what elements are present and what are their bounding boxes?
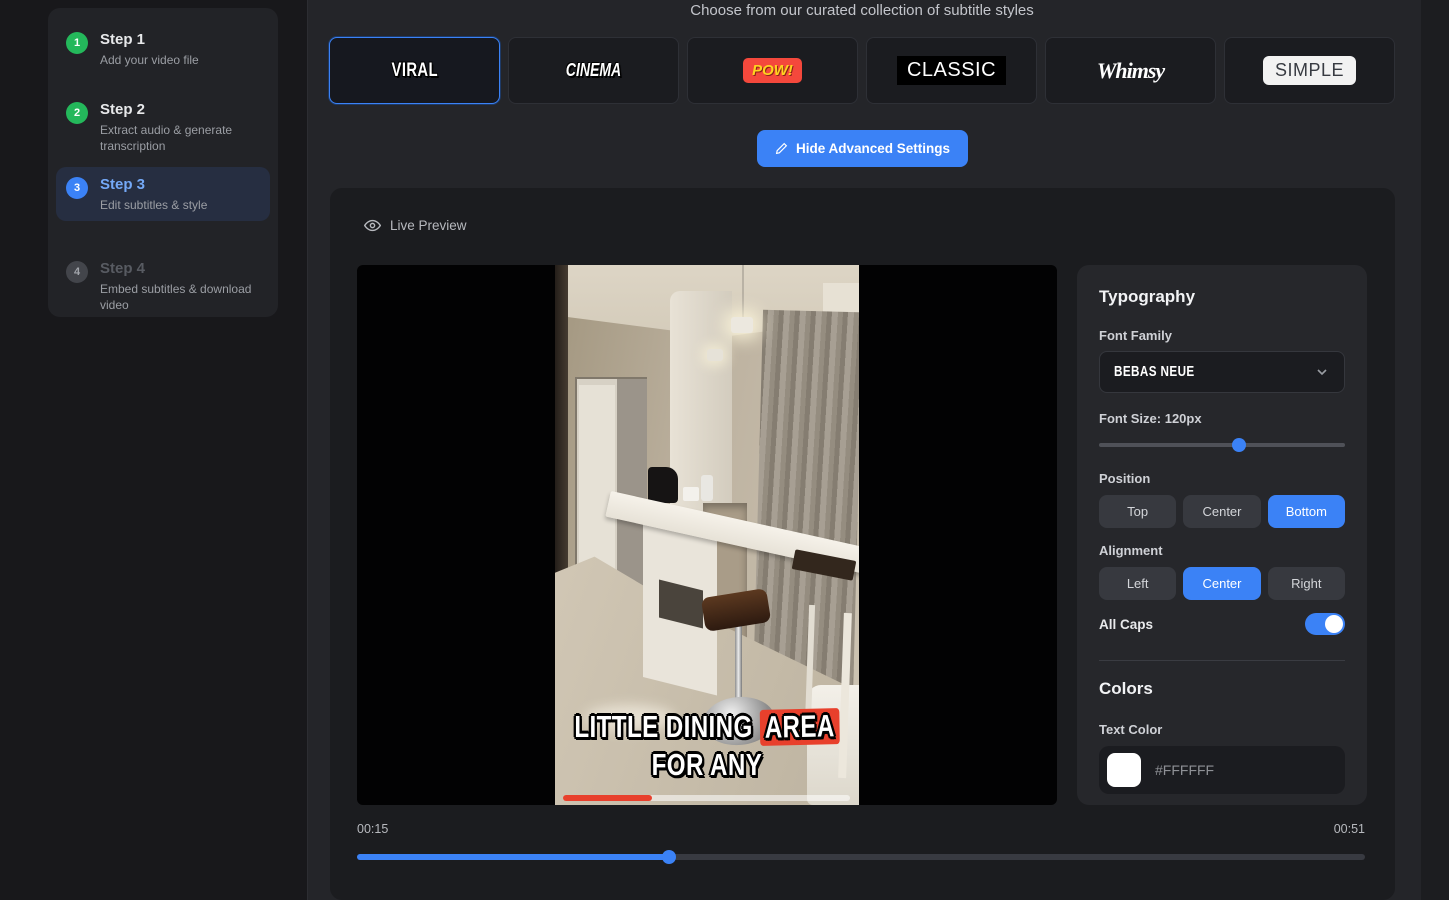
settings-panel: Typography Font Family BEBAS NEUE Font S…	[1077, 265, 1367, 805]
timeline-fill	[357, 854, 669, 860]
step-4-description: Embed subtitles & download video	[100, 281, 255, 313]
video-scene: LITTLE DINING AREA FOR ANY	[555, 265, 859, 805]
whimsy-label: Whimsy	[1097, 58, 1164, 84]
text-color-field[interactable]: #FFFFFF	[1099, 746, 1345, 794]
step-1-number-badge: 1	[66, 32, 88, 54]
position-center-button[interactable]: Center	[1183, 495, 1260, 528]
style-preset-classic[interactable]: CLASSIC	[866, 37, 1037, 104]
simple-label: SIMPLE	[1263, 56, 1356, 85]
steps-card: 1 Step 1 Add your video file 2 Step 2 Ex…	[48, 8, 278, 317]
subtitle-line-1-text: LITTLE DINING	[575, 709, 753, 744]
step-3-number-badge: 3	[66, 177, 88, 199]
all-caps-toggle-knob	[1325, 615, 1343, 633]
alignment-left-button[interactable]: Left	[1099, 567, 1176, 600]
style-preset-cinema[interactable]: CINEMA	[508, 37, 679, 104]
position-bottom-button[interactable]: Bottom	[1268, 495, 1345, 528]
style-preset-pow[interactable]: POW!	[687, 37, 858, 104]
position-label: Position	[1099, 471, 1150, 486]
live-preview-header: Live Preview	[364, 217, 467, 234]
alignment-label: Alignment	[1099, 543, 1163, 558]
scene-lamp-wire	[742, 265, 744, 319]
font-family-label: Font Family	[1099, 328, 1172, 343]
preview-card: Live Preview	[330, 188, 1395, 900]
font-family-value: BEBAS NEUE	[1114, 363, 1195, 380]
all-caps-label: All Caps	[1099, 617, 1153, 632]
step-3-description: Edit subtitles & style	[100, 197, 207, 213]
total-time-label: 00:51	[1334, 822, 1365, 836]
style-presets-row: VIRAL CINEMA POW! CLASSIC Whimsy SIMPLE	[329, 37, 1395, 104]
font-size-slider-thumb[interactable]	[1232, 438, 1246, 452]
colors-heading: Colors	[1099, 679, 1153, 699]
text-color-label: Text Color	[1099, 722, 1162, 737]
hide-advanced-settings-label: Hide Advanced Settings	[796, 141, 950, 156]
subtitle-overlay: LITTLE DINING AREA FOR ANY	[555, 709, 859, 783]
subtitle-line-1: LITTLE DINING AREA	[575, 709, 840, 745]
sidebar-step-3[interactable]: 3 Step 3 Edit subtitles & style	[56, 167, 270, 221]
style-preset-whimsy[interactable]: Whimsy	[1045, 37, 1216, 104]
video-inline-progress-fill	[563, 795, 652, 801]
step-1-title: Step 1	[100, 30, 199, 50]
right-scroll-gutter[interactable]	[1421, 0, 1449, 900]
video-inline-progress-bar	[563, 795, 850, 801]
scene-mirror-light	[579, 385, 615, 585]
step-2-number-badge: 2	[66, 102, 88, 124]
text-color-value: #FFFFFF	[1155, 762, 1214, 778]
timeline-slider[interactable]	[357, 854, 1365, 860]
step-3-title: Step 3	[100, 175, 207, 195]
chevron-down-icon	[1314, 364, 1330, 380]
subtitle-styles-caption: Choose from our curated collection of su…	[329, 2, 1395, 19]
current-time-label: 00:15	[357, 822, 388, 836]
font-size-slider[interactable]	[1099, 443, 1345, 447]
step-4-number-badge: 4	[66, 261, 88, 283]
text-color-swatch[interactable]	[1107, 753, 1141, 787]
scene-bottle	[701, 475, 713, 501]
style-preset-simple[interactable]: SIMPLE	[1224, 37, 1395, 104]
scene-pendant-lamp	[731, 317, 753, 333]
position-button-group: Top Center Bottom	[1099, 495, 1345, 528]
hide-advanced-settings-button[interactable]: Hide Advanced Settings	[757, 130, 968, 167]
scene-cup	[683, 487, 699, 501]
alignment-button-group: Left Center Right	[1099, 567, 1345, 600]
video-preview-frame[interactable]: LITTLE DINING AREA FOR ANY	[357, 265, 1057, 805]
pow-label: POW!	[743, 58, 802, 83]
font-family-select[interactable]: BEBAS NEUE	[1099, 351, 1345, 393]
timeline-thumb[interactable]	[662, 850, 676, 864]
sidebar-step-1[interactable]: 1 Step 1 Add your video file	[56, 22, 270, 76]
classic-label: CLASSIC	[897, 56, 1006, 85]
pencil-icon	[775, 142, 788, 155]
live-preview-label: Live Preview	[390, 218, 467, 233]
eye-icon	[364, 217, 381, 234]
scene-stool-stem	[735, 625, 742, 705]
position-top-button[interactable]: Top	[1099, 495, 1176, 528]
scene-pendant-lamp-2	[707, 349, 723, 361]
scene-kettle	[648, 467, 678, 503]
steps-sidebar: 1 Step 1 Add your video file 2 Step 2 Ex…	[0, 0, 308, 900]
subtitle-line-2: FOR ANY	[652, 747, 763, 783]
cinema-label: CINEMA	[566, 60, 621, 80]
style-preset-viral[interactable]: VIRAL	[329, 37, 500, 104]
subtitle-highlight-word: AREA	[760, 708, 840, 746]
step-2-description: Extract audio & generate transcription	[100, 122, 260, 154]
alignment-right-button[interactable]: Right	[1268, 567, 1345, 600]
typography-heading: Typography	[1099, 287, 1195, 307]
alignment-center-button[interactable]: Center	[1183, 567, 1260, 600]
all-caps-toggle[interactable]	[1305, 613, 1345, 635]
sidebar-step-2[interactable]: 2 Step 2 Extract audio & generate transc…	[56, 92, 270, 162]
sidebar-step-4[interactable]: 4 Step 4 Embed subtitles & download vide…	[56, 251, 270, 321]
font-size-label: Font Size: 120px	[1099, 411, 1202, 426]
panel-divider	[1099, 660, 1345, 661]
viral-label: VIRAL	[391, 60, 437, 81]
step-1-description: Add your video file	[100, 52, 199, 68]
step-2-title: Step 2	[100, 100, 260, 120]
step-4-title: Step 4	[100, 259, 255, 279]
